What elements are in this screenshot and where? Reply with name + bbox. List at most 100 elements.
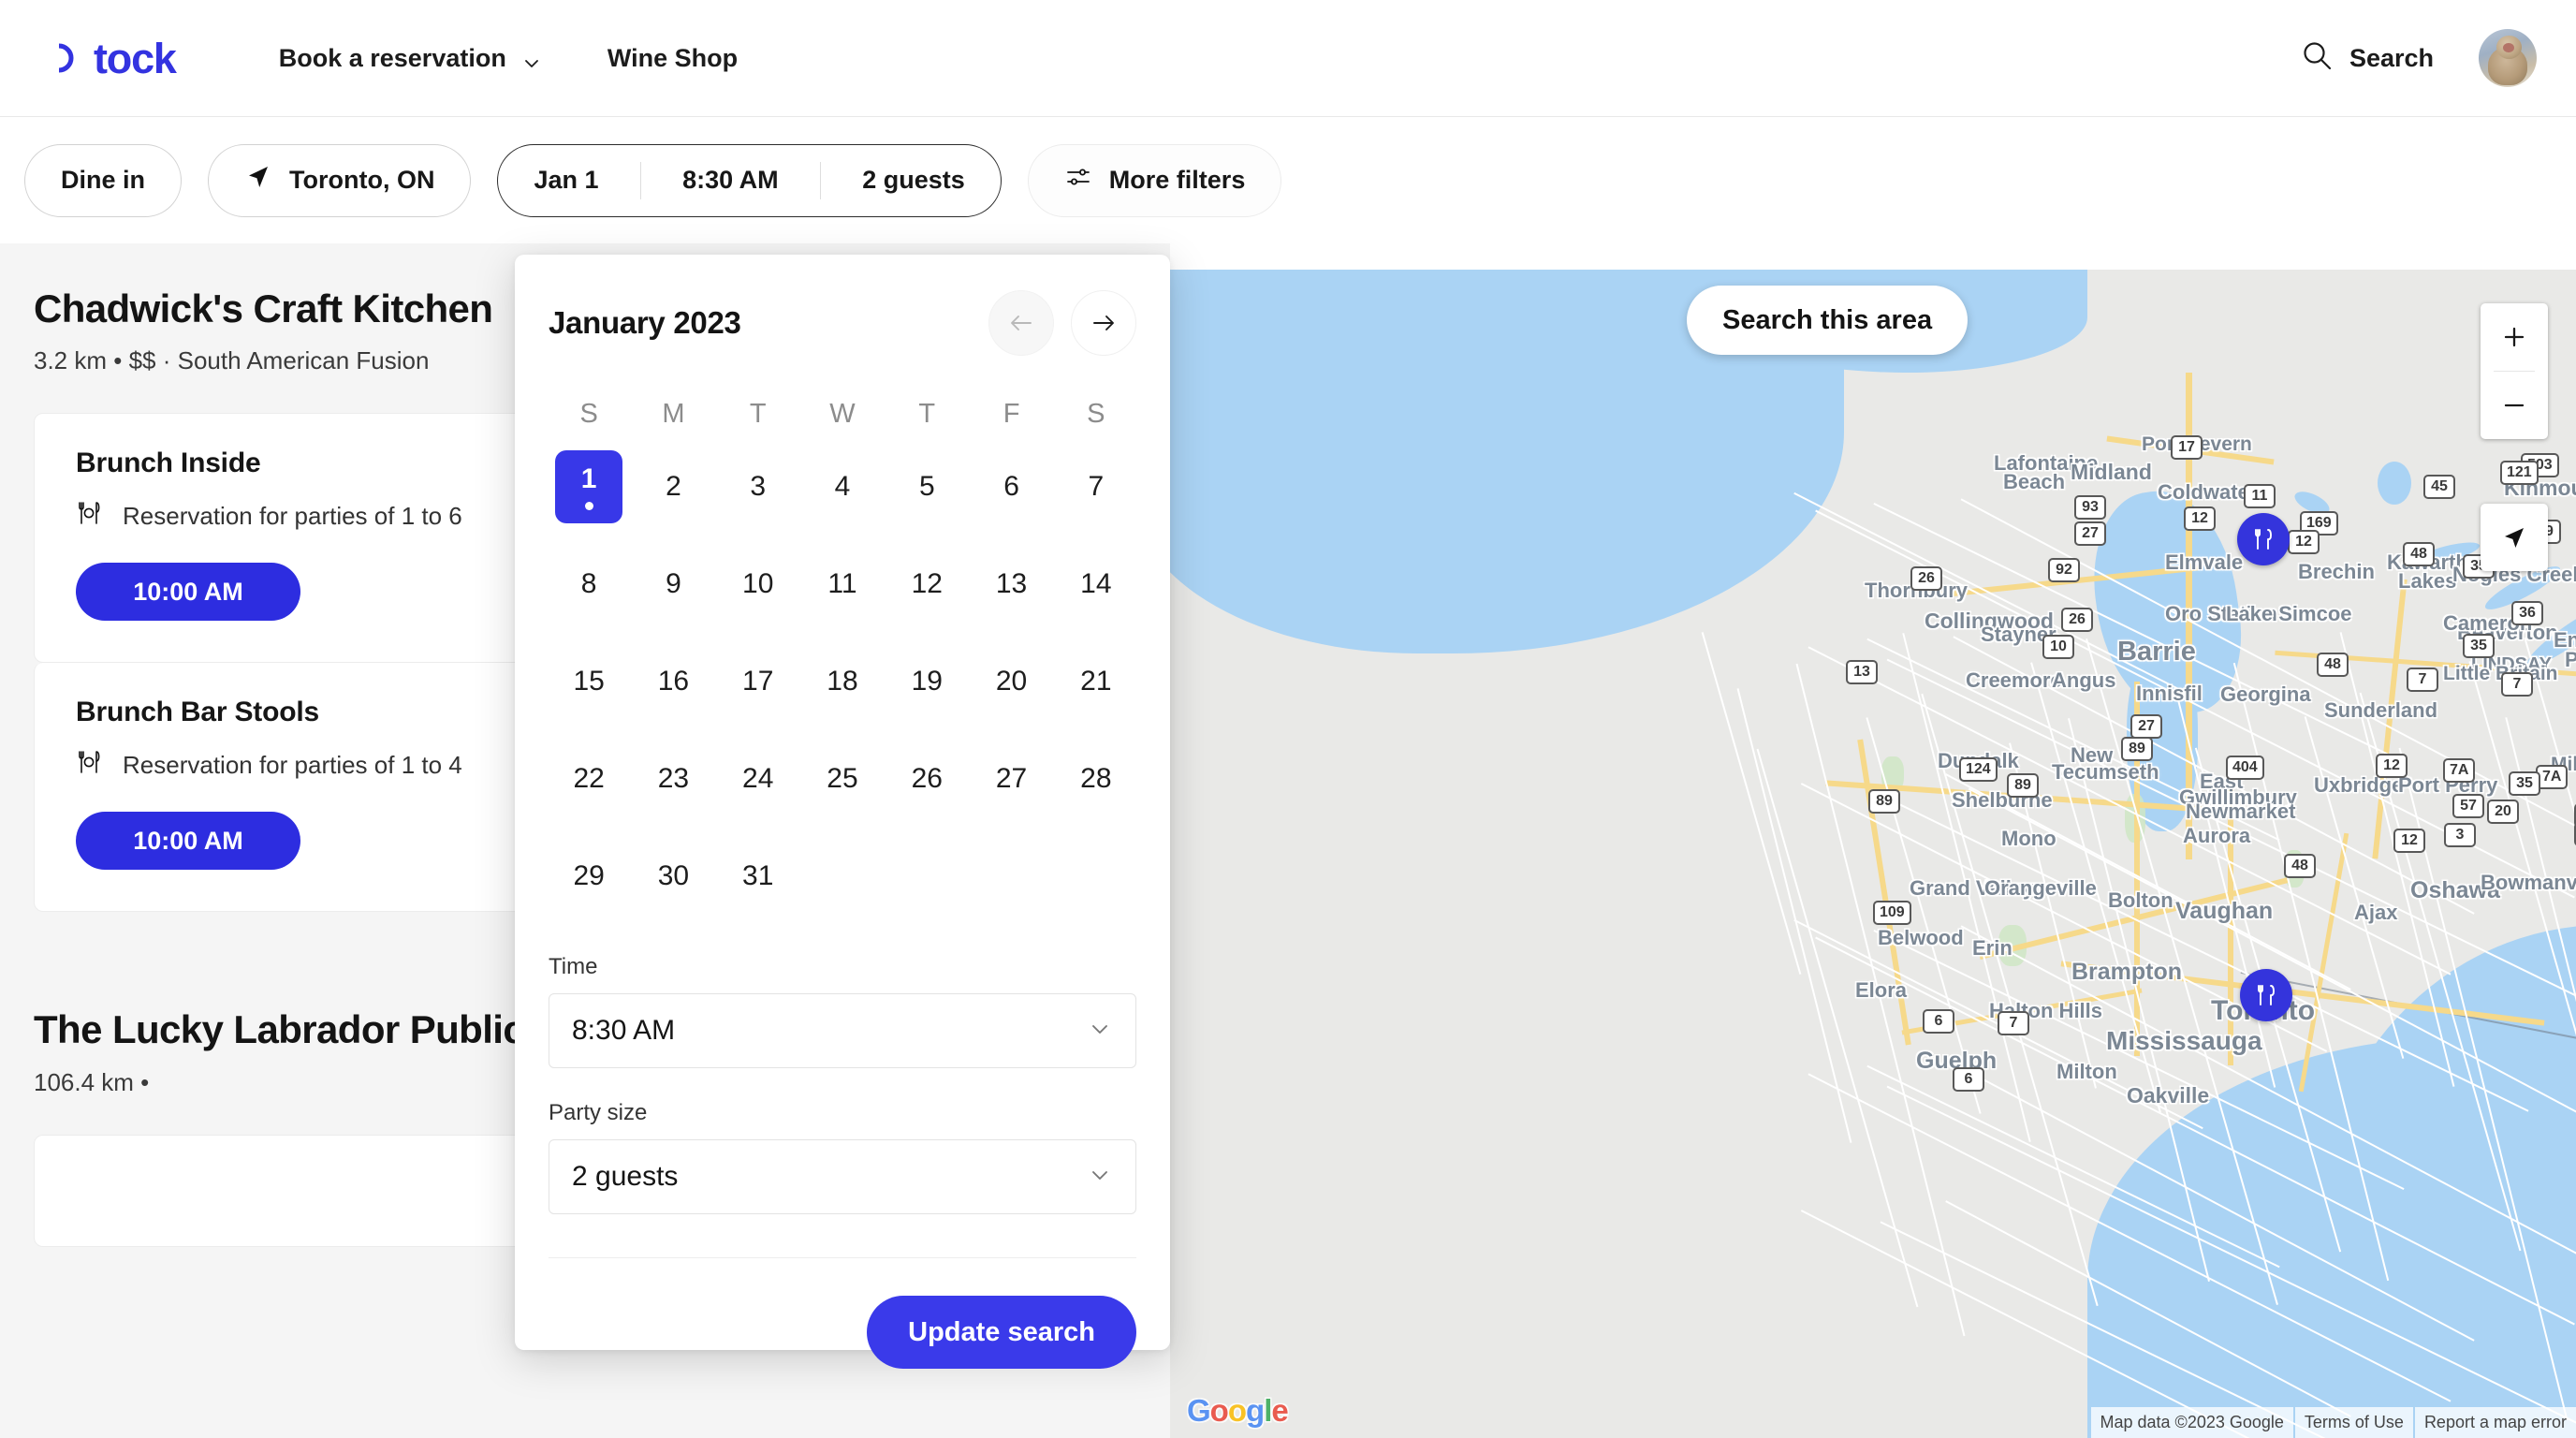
calendar-day-8[interactable]: 8	[555, 548, 622, 621]
nav-wine-shop[interactable]: Wine Shop	[607, 44, 738, 73]
calendar-day-10[interactable]: 10	[724, 548, 792, 621]
map-highway-shield: 124	[1959, 757, 1998, 782]
calendar-day-27[interactable]: 27	[978, 742, 1046, 815]
calendar-day-22[interactable]: 22	[555, 742, 622, 815]
calendar-day-5[interactable]: 5	[893, 450, 960, 523]
filter-location[interactable]: Toronto, ON	[208, 143, 472, 217]
map-label: Lake Simcoe	[2226, 602, 2352, 625]
calendar-day-cell: 4	[800, 447, 885, 527]
calendar-day-cell: 11	[800, 544, 885, 624]
calendar-day-20[interactable]: 20	[978, 645, 1046, 718]
filter-date-time-party[interactable]: Jan 1 8:30 AM 2 guests	[497, 143, 1002, 217]
calendar-day-availability-dot	[584, 502, 593, 510]
calendar-day-23[interactable]: 23	[639, 742, 707, 815]
calendar-week-row: 15 16 17 18 19 20 21	[547, 641, 1138, 722]
calendar-day-cell: 6	[969, 447, 1053, 527]
map-label: Grand Valley	[1910, 876, 2035, 900]
calendar-day-cell: 7	[1054, 447, 1138, 527]
calendar-empty-cell	[1054, 836, 1138, 917]
offer-time-button[interactable]: 10:00 AM	[76, 812, 300, 871]
map-highway-shield: 6	[1923, 1009, 1954, 1034]
calendar-day-17[interactable]: 17	[724, 645, 792, 718]
calendar-day-21[interactable]: 21	[1062, 645, 1130, 718]
map-highway-shield: 7	[2501, 672, 2533, 697]
map-highway-shield: 404	[2226, 756, 2264, 780]
time-select-value: 8:30 AM	[572, 1015, 676, 1046]
calendar-day-13[interactable]: 13	[978, 548, 1046, 621]
map-zoom-in-button[interactable]	[2481, 303, 2548, 371]
calendar-day-15[interactable]: 15	[555, 645, 622, 718]
calendar-day-number: 2	[666, 471, 681, 502]
chevron-down-icon	[1089, 1018, 1111, 1045]
calendar-day-3[interactable]: 3	[724, 450, 792, 523]
calendar-nav	[988, 290, 1136, 356]
map-street	[1880, 794, 2529, 1112]
nav-book-a-reservation[interactable]: Book a reservation	[279, 44, 540, 73]
filter-time-label[interactable]: 8:30 AM	[660, 166, 801, 195]
calendar-day-number: 31	[742, 860, 774, 891]
calendar-day-6[interactable]: 6	[978, 450, 1046, 523]
calendar-prev-month-button[interactable]	[988, 290, 1054, 356]
search-this-area-button[interactable]: Search this area	[1687, 286, 1969, 355]
map-highway-shield: 121	[2500, 461, 2539, 485]
calendar-day-30[interactable]: 30	[639, 840, 707, 913]
calendar-day-12[interactable]: 12	[893, 548, 960, 621]
filter-service-type[interactable]: Dine in	[24, 143, 183, 217]
map-highway-shield: 57	[2452, 794, 2484, 818]
calendar-day-4[interactable]: 4	[809, 450, 876, 523]
party-size-field-label: Party size	[549, 1100, 648, 1125]
offer-description-text: Reservation for parties of 1 to 6	[123, 502, 462, 531]
party-size-select[interactable]: 2 guests	[549, 1139, 1136, 1214]
update-search-button[interactable]: Update search	[867, 1296, 1136, 1369]
map-highway-shield: 3	[2444, 823, 2476, 847]
calendar-day-number: 23	[657, 763, 690, 794]
search-button[interactable]: Search	[2301, 39, 2434, 78]
calendar-day-2[interactable]: 2	[639, 450, 707, 523]
map-report-error-link[interactable]: Report a map error	[2414, 1407, 2576, 1438]
brand-logo[interactable]: tock	[37, 37, 177, 80]
calendar-day-14[interactable]: 14	[1062, 548, 1130, 621]
map-highway-shield: 89	[2007, 773, 2039, 798]
map-highway-shield: 12	[2376, 754, 2408, 778]
calendar-day-11[interactable]: 11	[809, 548, 876, 621]
calendar-day-19[interactable]: 19	[893, 645, 960, 718]
calendar-day-1[interactable]: 1	[555, 450, 623, 523]
filter-party-label[interactable]: 2 guests	[840, 166, 965, 195]
filter-date-label[interactable]: Jan 1	[534, 166, 621, 195]
map-zoom-out-button[interactable]	[2481, 372, 2548, 439]
restaurant-pin-icon[interactable]	[2237, 513, 2290, 565]
navigation-arrow-icon	[244, 163, 272, 198]
restaurant-pin-icon[interactable]	[2240, 969, 2292, 1021]
time-select[interactable]: 8:30 AM	[549, 993, 1136, 1068]
map-terms-of-use-link[interactable]: Terms of Use	[2294, 1407, 2413, 1438]
calendar-day-18[interactable]: 18	[809, 645, 876, 718]
calendar-day-cell: 3	[716, 447, 800, 527]
calendar-day-number: 10	[742, 568, 774, 599]
calendar-day-cell: 22	[547, 739, 631, 819]
offer-description-text: Reservation for parties of 1 to 4	[123, 751, 462, 780]
calendar-day-24[interactable]: 24	[724, 742, 792, 815]
calendar-day-26[interactable]: 26	[893, 742, 960, 815]
calendar-day-28[interactable]: 28	[1062, 742, 1130, 815]
map-highway-shield: 12	[2288, 530, 2320, 554]
calendar-next-month-button[interactable]	[1071, 290, 1136, 356]
weekday-label: W	[829, 399, 856, 429]
calendar-day-25[interactable]: 25	[809, 742, 876, 815]
calendar-day-7[interactable]: 7	[1062, 450, 1130, 523]
time-field-label: Time	[549, 954, 598, 979]
calendar-day-16[interactable]: 16	[639, 645, 707, 718]
calendar-day-number: 1	[580, 463, 597, 494]
weekday-label: S	[1087, 399, 1105, 429]
calendar-day-number: 17	[742, 666, 774, 697]
filter-more-filters[interactable]: More filters	[1027, 143, 1282, 217]
calendar-week-row: 29 30 31	[547, 836, 1138, 917]
map-panel[interactable]: Port Severn Lafontaine Beach Midland Coldwat…	[1170, 270, 2576, 1438]
offer-time-button[interactable]: 10:00 AM	[76, 563, 300, 622]
calendar-day-29[interactable]: 29	[555, 840, 622, 913]
calendar-day-31[interactable]: 31	[724, 840, 792, 913]
calendar-day-9[interactable]: 9	[639, 548, 707, 621]
calendar-day-number: 29	[573, 860, 605, 891]
map-locate-me-button[interactable]	[2481, 504, 2548, 571]
avatar[interactable]	[2479, 29, 2537, 87]
calendar-day-number: 18	[827, 666, 858, 697]
